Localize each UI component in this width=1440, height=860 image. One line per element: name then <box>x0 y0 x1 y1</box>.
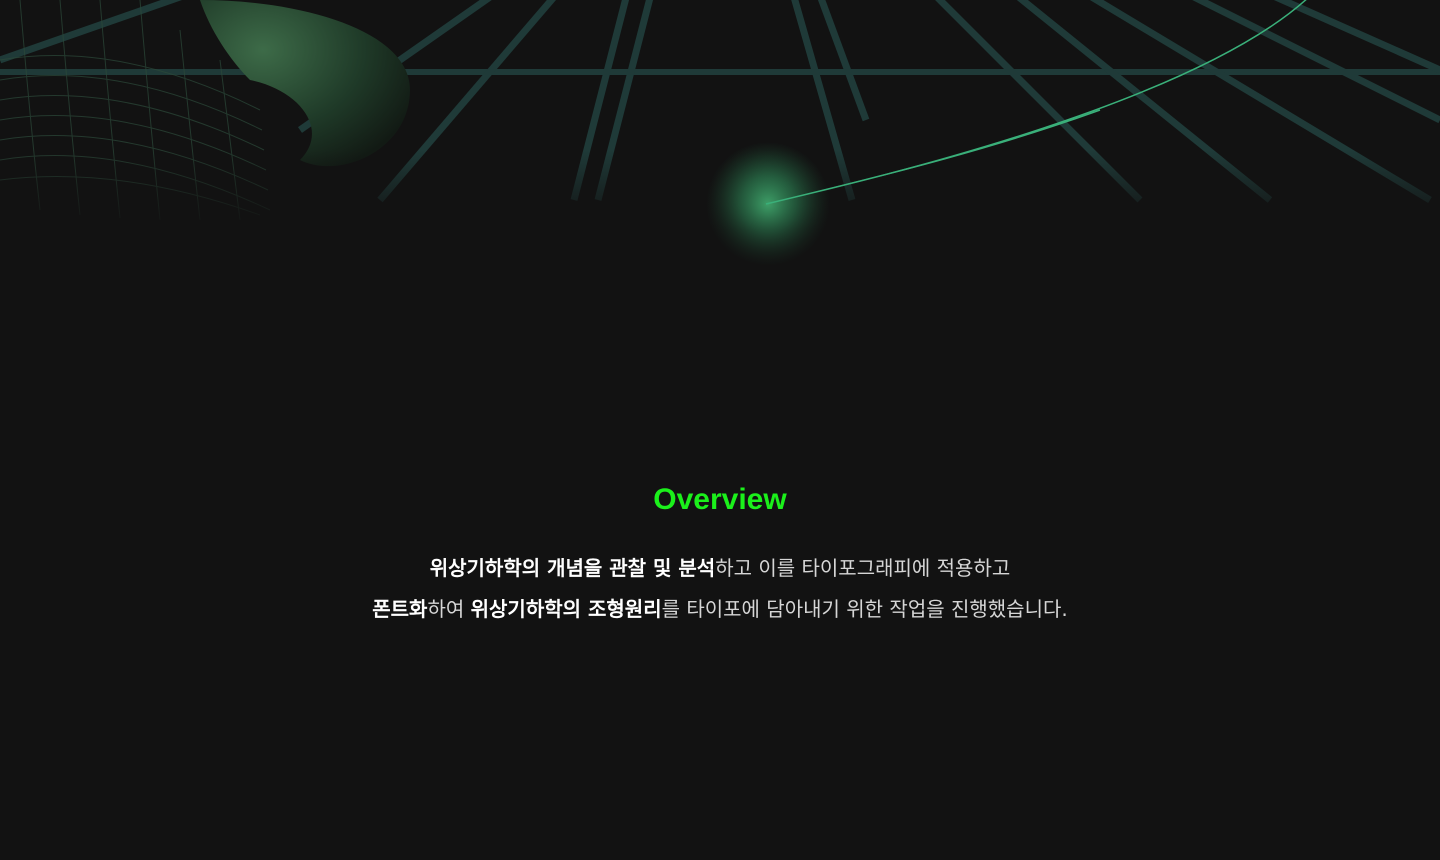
overview-text-segment: 위상기하학의 개념을 관찰 및 분석 <box>429 556 716 580</box>
overview-text-segment: 하고 이를 타이포그래피에 적용하고 <box>715 556 1011 580</box>
page: Overview 위상기하학의 개념을 관찰 및 분석하고 이를 타이포그래피에… <box>0 0 1440 860</box>
overview-line-1: 위상기하학의 개념을 관찰 및 분석하고 이를 타이포그래피에 적용하고 <box>0 548 1440 589</box>
overview-text-segment: 를 타이포에 담아내기 위한 작업을 진행했습니다. <box>661 597 1068 621</box>
hero-artwork <box>0 0 1440 300</box>
overview-section: Overview 위상기하학의 개념을 관찰 및 분석하고 이를 타이포그래피에… <box>0 478 1440 630</box>
overview-text-segment: 하여 <box>427 597 471 621</box>
torus-shape <box>200 0 410 167</box>
overview-text-segment: 위상기하학의 조형원리 <box>470 597 662 621</box>
overview-text-segment: 폰트화 <box>372 597 428 621</box>
overview-body: 위상기하학의 개념을 관찰 및 분석하고 이를 타이포그래피에 적용하고 폰트화… <box>0 548 1440 630</box>
overview-title: Overview <box>653 483 787 516</box>
overview-line-2: 폰트화하여 위상기하학의 조형원리를 타이포에 담아내기 위한 작업을 진행했습… <box>0 589 1440 630</box>
